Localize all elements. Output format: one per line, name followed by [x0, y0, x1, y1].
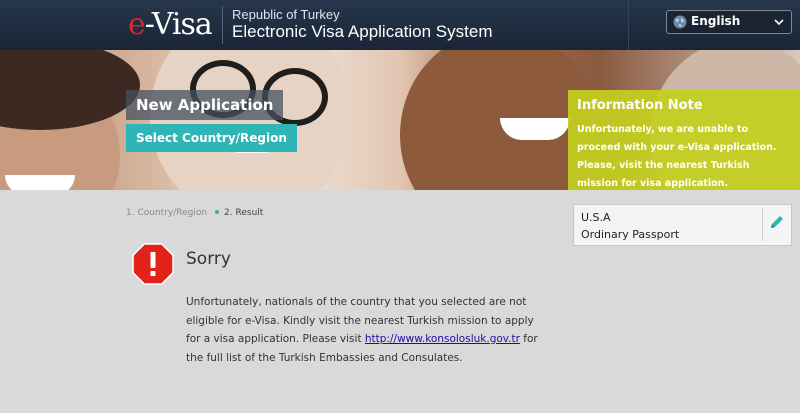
information-note-title: Information Note [577, 98, 703, 113]
system-title: Electronic Visa Application System [232, 22, 493, 41]
banner-photo-hair [0, 50, 140, 130]
header-bar: e-Visa Republic of Turkey Electronic Vis… [0, 0, 800, 50]
header-divider-right [628, 0, 629, 50]
header-divider [222, 6, 223, 44]
globe-icon [673, 15, 687, 29]
selected-country: U.S.A [581, 211, 611, 224]
language-value: English [691, 14, 741, 28]
banner-photo-smile-3 [500, 118, 570, 140]
result-title: Sorry [186, 249, 231, 269]
step-breadcrumb: 1. Country/Region 2. Result [126, 208, 263, 218]
step-result: 2. Result [224, 208, 264, 218]
passport-summary-box: U.S.A Ordinary Passport [573, 204, 792, 246]
information-note-body: Unfortunately, we are unable to proceed … [577, 124, 777, 189]
step-separator-dot [215, 210, 220, 214]
republic-label: Republic of Turkey [232, 7, 340, 22]
result-message: Unfortunately, nationals of the country … [186, 296, 538, 364]
passport-box-divider [762, 209, 763, 241]
select-country-tab[interactable]: Select Country/Region [126, 124, 297, 152]
hero-banner: New Application Select Country/Region In… [0, 50, 800, 190]
information-note-panel: Information Note Unfortunately, we are u… [568, 90, 800, 190]
evisa-logo[interactable]: e-Visa [128, 5, 213, 45]
banner-photo-smile-1 [5, 175, 75, 190]
new-application-label: New Application [126, 90, 284, 120]
banner-photo-face-2 [150, 50, 350, 190]
konsolosluk-link[interactable]: http://www.konsolosluk.gov.tr [365, 333, 520, 345]
language-select[interactable]: English [666, 10, 792, 34]
pencil-icon[interactable] [768, 213, 786, 231]
chevron-down-icon [774, 19, 784, 26]
step-country-region[interactable]: 1. Country/Region [126, 208, 207, 218]
stop-warning-icon [132, 243, 174, 285]
passport-type: Ordinary Passport [581, 228, 680, 241]
